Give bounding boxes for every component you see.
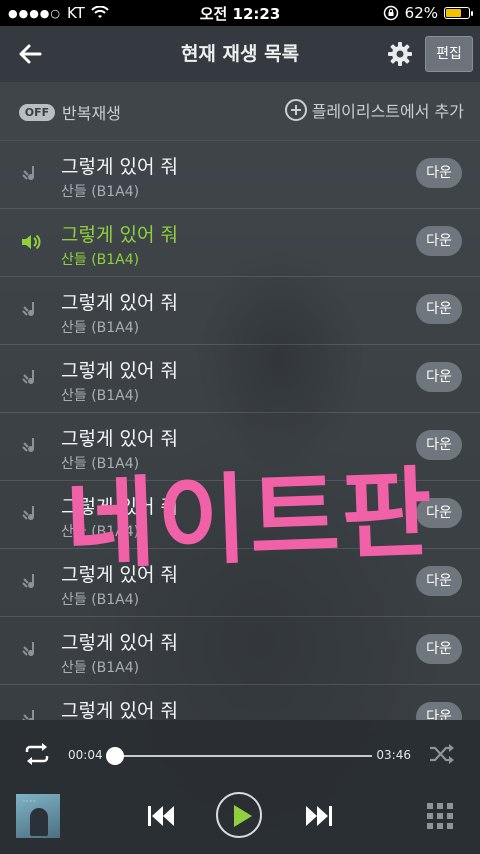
app-header: 현재 재생 목록 편집 xyxy=(0,26,480,82)
grid-menu-icon[interactable] xyxy=(426,802,454,830)
playlist-row[interactable]: 그렇게 있어 줘 다운 xyxy=(0,685,480,720)
music-note-icon xyxy=(22,642,35,657)
music-note-icon xyxy=(22,574,35,589)
song-title: 그렇게 있어 줘 xyxy=(61,700,178,720)
options-row: OFF 반복재생 플레이리스트에서 추가 xyxy=(0,82,480,141)
battery-percent: 62% xyxy=(404,4,438,22)
gear-icon[interactable] xyxy=(386,40,414,68)
song-title: 그렇게 있어 줘 xyxy=(61,292,178,314)
music-note-icon xyxy=(22,710,34,720)
watermark-text: 네이트판 xyxy=(63,456,436,584)
download-button[interactable]: 다운 xyxy=(416,702,462,720)
repeat-icon[interactable] xyxy=(22,742,52,766)
play-button[interactable] xyxy=(216,792,262,838)
next-icon[interactable] xyxy=(303,802,335,830)
repeat-label: 반복재생 xyxy=(62,104,121,123)
album-art-figure xyxy=(30,808,48,836)
repeat-toggle[interactable]: OFF xyxy=(19,104,55,121)
song-artist: 산들 (B1A4) xyxy=(61,184,140,200)
music-note-icon xyxy=(22,166,35,181)
battery-icon xyxy=(444,7,473,19)
song-title: 그렇게 있어 줘 xyxy=(61,156,178,178)
playlist: 그렇게 있어 줘 산들 (B1A4) 다운 그렇게 있어 줘 산들 (B1A4)… xyxy=(0,141,480,720)
download-button[interactable]: 다운 xyxy=(416,294,462,324)
playlist-row-playing[interactable]: 그렇게 있어 줘 산들 (B1A4) 다운 xyxy=(0,209,480,277)
download-button[interactable]: 다운 xyxy=(416,362,462,392)
edit-button[interactable]: 편집 xyxy=(425,36,473,72)
previous-icon[interactable] xyxy=(145,802,177,830)
song-artist: 산들 (B1A4) xyxy=(61,592,140,608)
song-artist: 산들 (B1A4) xyxy=(61,660,140,676)
add-from-playlist-label: 플레이리스트에서 추가 xyxy=(311,102,464,121)
add-from-playlist-button[interactable]: 플레이리스트에서 추가 xyxy=(284,98,464,122)
download-button[interactable]: 다운 xyxy=(416,226,462,256)
song-title: 그렇게 있어 줘 xyxy=(61,224,178,246)
album-art[interactable]: ◦◦◦◦ xyxy=(16,794,60,838)
progress-track[interactable] xyxy=(110,755,372,757)
mini-player: 00:04 03:46 ◦◦◦◦ xyxy=(0,720,480,854)
play-icon xyxy=(234,805,252,827)
album-art-label: ◦◦◦◦ xyxy=(22,798,37,805)
status-bar: ●●●●○ KT 오전 12:23 62% xyxy=(0,0,480,26)
music-note-icon xyxy=(22,506,35,521)
download-button[interactable]: 다운 xyxy=(416,634,462,664)
song-artist: 산들 (B1A4) xyxy=(61,252,140,268)
rotation-lock-icon xyxy=(383,5,398,21)
playlist-row[interactable]: 그렇게 있어 줘 산들 (B1A4) 다운 xyxy=(0,345,480,413)
music-note-icon xyxy=(22,302,35,317)
total-time: 03:46 xyxy=(376,748,411,762)
song-title: 그렇게 있어 줘 xyxy=(61,360,178,382)
playlist-row[interactable]: 그렇게 있어 줘 산들 (B1A4) 다운 xyxy=(0,617,480,685)
download-button[interactable]: 다운 xyxy=(416,158,462,188)
music-note-icon xyxy=(22,370,35,385)
playlist-row[interactable]: 그렇게 있어 줘 산들 (B1A4) 다운 xyxy=(0,141,480,209)
music-note-icon xyxy=(22,438,35,453)
song-artist: 산들 (B1A4) xyxy=(61,388,140,404)
song-artist: 산들 (B1A4) xyxy=(61,320,140,336)
speaker-icon xyxy=(22,234,41,250)
song-title: 그렇게 있어 줘 xyxy=(61,632,178,654)
plus-circle-icon xyxy=(284,99,307,121)
status-right: 62% xyxy=(383,4,473,22)
current-time: 00:04 xyxy=(68,748,103,762)
shuffle-icon[interactable] xyxy=(428,742,456,766)
playlist-row[interactable]: 그렇게 있어 줘 산들 (B1A4) 다운 xyxy=(0,277,480,345)
progress-knob[interactable] xyxy=(106,747,125,765)
